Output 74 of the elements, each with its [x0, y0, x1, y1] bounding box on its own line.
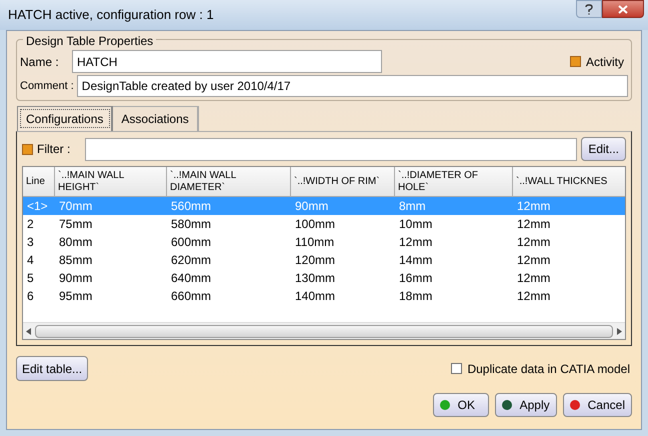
table-cell-text: 110mm [294, 234, 336, 251]
name-label: Name : [20, 54, 60, 70]
help-icon [585, 4, 593, 14]
tab[interactable]: Associations [113, 106, 199, 131]
dialog-button[interactable]: Apply [494, 393, 557, 417]
close-button[interactable] [602, 0, 644, 18]
close-icon [618, 4, 628, 14]
table-row[interactable]: 6 95mm 660mm 140mm 18mm 12mm [23, 287, 625, 305]
edit-table-button[interactable]: Edit table... [16, 356, 88, 381]
filter-field[interactable] [85, 138, 578, 160]
table-cell-text: 580mm [170, 216, 212, 233]
tab[interactable]: Configurations [17, 106, 114, 131]
table-cell-text: 2 [26, 216, 35, 233]
help-button[interactable] [576, 0, 602, 18]
dialog-button[interactable]: OK [432, 393, 489, 417]
activity-label: Activity [586, 54, 624, 70]
duplicate-label: Duplicate data in CATIA model [467, 360, 630, 378]
table-cell-text: 600mm [170, 234, 212, 251]
scroll-thumb[interactable] [35, 324, 613, 338]
table-cell-text: 4 [26, 252, 35, 269]
column-header[interactable]: Line [23, 167, 55, 197]
table-cell-text: 12mm [516, 288, 552, 305]
table-cell-text: 620mm [170, 252, 212, 269]
table-cell-text: 70mm [58, 198, 94, 215]
table-cell-text: 12mm [516, 234, 552, 251]
table-cell-text: 120mm [294, 252, 336, 269]
table-cell-text: 130mm [294, 270, 336, 287]
table-row[interactable]: 5 90mm 640mm 130mm 16mm 12mm [23, 269, 625, 287]
table-cell-text: 90mm [58, 270, 94, 287]
table-cell-text: 12mm [516, 216, 552, 233]
table-cell-text: 640mm [170, 270, 212, 287]
table-cell-text: 8mm [398, 198, 427, 215]
table-row[interactable]: 2 75mm 580mm 100mm 10mm 12mm [23, 215, 625, 233]
column-header[interactable]: `..!MAIN WALL HEIGHT` [55, 167, 167, 197]
duplicate-checkbox[interactable] [451, 363, 462, 374]
table-cell-text: 75mm [58, 216, 94, 233]
column-header[interactable]: `..!WALL THICKNES [513, 167, 625, 197]
comment-label: Comment : [20, 78, 75, 94]
window-title: HATCH active, configuration row : 1 [8, 6, 214, 24]
table-cell-text: 85mm [58, 252, 94, 269]
table-cell-text: <1> [26, 198, 49, 215]
scroll-left-icon[interactable] [26, 328, 32, 334]
table-cell-text: 95mm [58, 288, 94, 305]
table-row[interactable]: 3 80mm 600mm 110mm 12mm 12mm [23, 233, 625, 251]
table-cell-text: 14mm [398, 252, 434, 269]
table-cell-text: 10mm [398, 216, 434, 233]
table-cell-text: 140mm [294, 288, 336, 305]
table-cell-text: 12mm [516, 198, 552, 215]
table-cell-text: 6 [26, 288, 35, 305]
activity-checkbox[interactable] [570, 56, 581, 67]
column-header[interactable]: `..!DIAMETER OF HOLE` [395, 167, 513, 197]
column-header[interactable]: `..!WIDTH OF RIM` [291, 167, 395, 197]
scroll-right-icon[interactable] [616, 328, 622, 334]
table-cell-text: 16mm [398, 270, 434, 287]
table-cell-text: 12mm [516, 252, 552, 269]
table-cell-text: 90mm [294, 198, 330, 215]
table-cell-text: 660mm [170, 288, 212, 305]
table-cell-text: 560mm [170, 198, 212, 215]
table-row[interactable]: 4 85mm 620mm 120mm 14mm 12mm [23, 251, 625, 269]
table-cell-text: 12mm [398, 234, 434, 251]
table-cell-text: 80mm [58, 234, 94, 251]
horizontal-scrollbar[interactable] [23, 322, 625, 339]
comment-field[interactable]: DesignTable created by user 2010/4/17 [76, 75, 628, 97]
dialog-button[interactable]: Cancel [562, 393, 632, 417]
table-cell-text: 5 [26, 270, 35, 287]
table-cell-text: 18mm [398, 288, 434, 305]
column-header[interactable]: `..!MAIN WALL DIAMETER` [167, 167, 291, 197]
table-cell-text: 100mm [294, 216, 336, 233]
table-cell-text: 3 [26, 234, 35, 251]
name-field[interactable]: HATCH [72, 50, 382, 73]
table-cell-text: 12mm [516, 270, 552, 287]
filter-label: Filter : [37, 141, 72, 158]
filter-checkbox[interactable] [22, 144, 33, 154]
edit-filter-button[interactable]: Edit... [581, 137, 626, 161]
